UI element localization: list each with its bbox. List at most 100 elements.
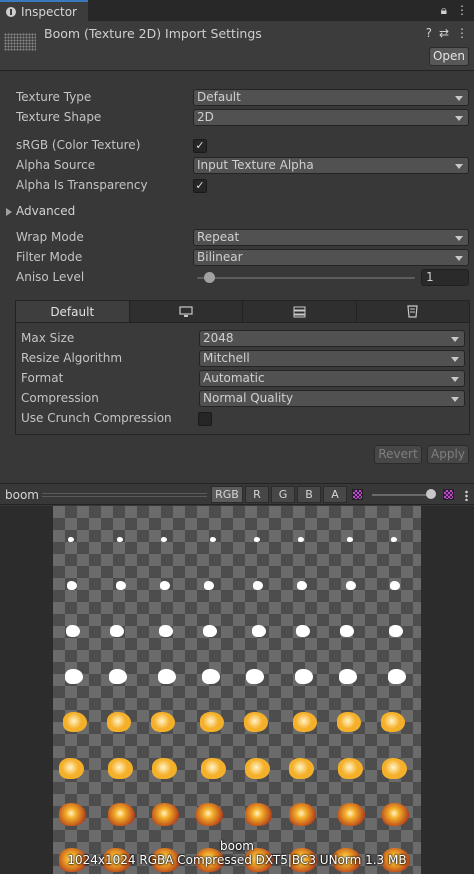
filter-mode-row: Filter Mode Bilinear	[0, 248, 474, 268]
dropdown-arrow-icon	[451, 377, 459, 382]
filter-mode-label: Filter Mode	[16, 250, 83, 264]
advanced-label: Advanced	[16, 204, 76, 218]
dropdown-arrow-icon	[455, 96, 463, 101]
foldout-arrow-icon	[6, 208, 12, 216]
explosion-frame	[65, 669, 83, 684]
compression-label: Compression	[21, 391, 99, 405]
explosion-frame	[347, 537, 353, 542]
texture-thumbnail	[4, 33, 36, 51]
advanced-foldout[interactable]: Advanced	[0, 202, 474, 222]
revert-button[interactable]: Revert	[374, 445, 422, 464]
explosion-frame	[109, 669, 127, 684]
channel-b-button[interactable]: B	[297, 486, 321, 503]
more-menu-icon[interactable]: ⋮	[456, 3, 468, 18]
explosion-frame	[297, 581, 307, 590]
texture-shape-label: Texture Shape	[16, 110, 102, 124]
explosion-frame	[203, 625, 217, 637]
help-icon[interactable]: ?	[426, 26, 432, 40]
dropdown-arrow-icon	[455, 116, 463, 121]
tab-default[interactable]: Default	[16, 301, 130, 322]
explosion-frame	[339, 669, 357, 684]
alpha-source-row: Alpha Source Input Texture Alpha	[0, 156, 474, 176]
context-menu-icon[interactable]: ⋮	[456, 26, 468, 40]
filter-mode-dropdown[interactable]: Bilinear	[193, 249, 469, 266]
texture-type-dropdown[interactable]: Default	[193, 89, 469, 106]
texture-shape-dropdown[interactable]: 2D	[193, 109, 469, 126]
channel-g-button[interactable]: G	[271, 486, 295, 503]
alpha-source-dropdown[interactable]: Input Texture Alpha	[193, 157, 469, 174]
open-button[interactable]: Open	[429, 47, 469, 66]
format-value: Automatic	[203, 371, 265, 385]
preview-drag-handle[interactable]	[42, 493, 207, 497]
inspector-tab[interactable]: Inspector	[0, 0, 88, 21]
explosion-frame	[66, 625, 80, 637]
explosion-frame	[68, 537, 74, 542]
apply-button[interactable]: Apply	[427, 445, 469, 464]
explosion-frame	[293, 712, 317, 732]
aniso-level-field[interactable]: 1	[421, 269, 469, 286]
mip-slider-handle[interactable]	[426, 489, 436, 499]
crunch-compression-checkbox[interactable]	[198, 412, 212, 426]
info-icon	[6, 6, 16, 17]
explosion-frame	[340, 625, 354, 637]
lock-icon[interactable]: 🔒︎	[441, 3, 447, 18]
explosion-frame	[202, 669, 220, 684]
alpha-transparency-row: Alpha Is Transparency ✓	[0, 176, 474, 196]
tab-webgl[interactable]	[356, 301, 469, 322]
header-icons: ? ⇄ ⋮	[426, 26, 468, 40]
explosion-frame	[295, 669, 313, 684]
srgb-checkbox[interactable]: ✓	[193, 139, 207, 153]
explosion-frame	[107, 802, 135, 826]
explosion-frame	[389, 625, 403, 637]
spritesheet-preview	[53, 506, 421, 874]
explosion-frame	[288, 802, 316, 826]
dropdown-arrow-icon	[455, 164, 463, 169]
resize-algorithm-value: Mitchell	[203, 351, 250, 365]
explosion-frame	[337, 712, 361, 732]
explosion-frame	[159, 625, 173, 637]
srgb-row: sRGB (Color Texture) ✓	[0, 136, 474, 156]
tab-actions: 🔒︎ ⋮	[441, 3, 468, 18]
alpha-source-label: Alpha Source	[16, 158, 96, 172]
mip-slider-track[interactable]	[372, 494, 432, 496]
alpha-transparency-checkbox[interactable]: ✓	[193, 179, 207, 193]
texture-preview-area: boom 1024x1024 RGBA Compressed DXT5|BC3 …	[0, 506, 474, 874]
explosion-frame	[117, 537, 123, 542]
tab-server[interactable]	[243, 301, 357, 322]
aniso-slider-handle[interactable]	[204, 272, 215, 283]
dropdown-arrow-icon	[451, 397, 459, 402]
aniso-slider-track[interactable]	[197, 277, 415, 279]
explosion-frame	[337, 802, 365, 826]
preview-caption-info: 1024x1024 RGBA Compressed DXT5|BC3 UNorm…	[67, 853, 407, 867]
explosion-frame	[204, 581, 214, 590]
explosion-frame	[381, 712, 405, 732]
channel-a-button[interactable]: A	[323, 486, 347, 503]
compression-dropdown[interactable]: Normal Quality	[199, 390, 465, 407]
tab-standalone[interactable]	[129, 301, 243, 322]
preview-menu-icon[interactable]	[465, 490, 468, 501]
explosion-frame	[246, 669, 264, 684]
crunch-compression-row: Use Crunch Compression	[16, 409, 469, 429]
channel-r-button[interactable]: R	[245, 486, 269, 503]
dropdown-arrow-icon	[451, 357, 459, 362]
platform-tabs: Default	[16, 301, 469, 323]
resize-algorithm-row: Resize Algorithm Mitchell	[16, 349, 469, 369]
mip-small-icon	[352, 489, 363, 500]
explosion-frame	[107, 712, 131, 732]
format-dropdown[interactable]: Automatic	[199, 370, 465, 387]
explosion-frame	[244, 757, 270, 779]
explosion-frame	[151, 802, 179, 826]
resize-algorithm-dropdown[interactable]: Mitchell	[199, 350, 465, 367]
filter-mode-value: Bilinear	[197, 250, 243, 264]
explosion-frame	[200, 757, 226, 779]
channel-rgb-button[interactable]: RGB	[211, 486, 243, 503]
texture-shape-row: Texture Shape 2D	[0, 108, 474, 128]
wrap-mode-dropdown[interactable]: Repeat	[193, 229, 469, 246]
explosion-frame	[195, 802, 223, 826]
crunch-compression-label: Use Crunch Compression	[21, 411, 172, 425]
alpha-source-value: Input Texture Alpha	[197, 158, 314, 172]
preset-icon[interactable]: ⇄	[439, 26, 449, 40]
max-size-dropdown[interactable]: 2048	[199, 330, 465, 347]
dropdown-arrow-icon	[455, 256, 463, 261]
explosion-frame	[298, 537, 304, 542]
